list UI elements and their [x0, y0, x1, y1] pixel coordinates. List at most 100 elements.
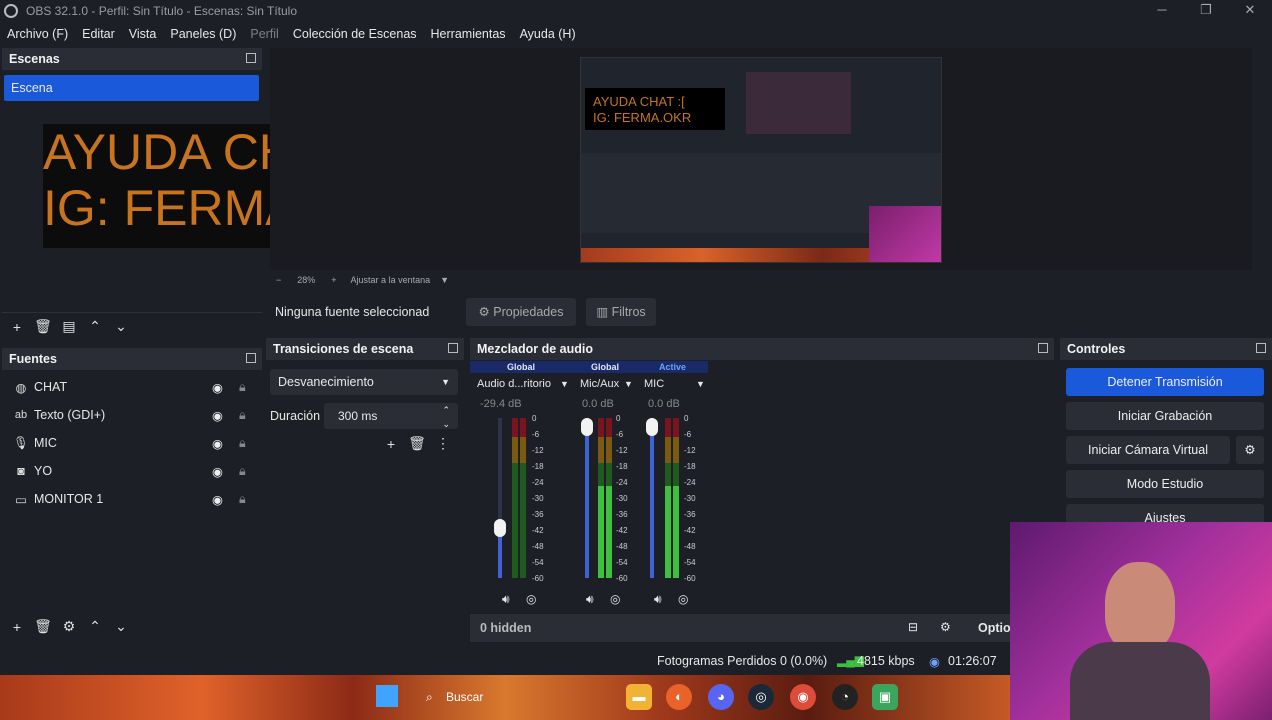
meter-scale-label: -6 [684, 430, 692, 439]
speaker-icon[interactable]: 🔊︎ [502, 592, 510, 607]
chevron-down-icon[interactable]: ▼ [440, 275, 449, 285]
advanced-audio-icon[interactable]: ⚙ [940, 620, 951, 634]
menu-vista[interactable]: Vista [122, 27, 164, 41]
meter-scale-label: -12 [616, 446, 628, 455]
menu-paneles[interactable]: Paneles (D) [163, 27, 243, 41]
filter-icon[interactable]: ▤ [56, 318, 82, 335]
move-down-icon[interactable]: ⌄ [108, 618, 134, 635]
zoom-out-icon[interactable]: − [276, 275, 281, 285]
meter-scale-label: -12 [684, 446, 696, 455]
filters-button[interactable]: ▥ Filtros [586, 298, 656, 326]
minimize-button[interactable]: ─ [1140, 0, 1184, 22]
zoom-in-icon[interactable]: + [331, 275, 336, 285]
undock-icon[interactable] [1038, 343, 1048, 353]
menu-coleccion-escenas[interactable]: Colección de Escenas [286, 27, 424, 41]
taskbar-search[interactable]: Buscar [446, 690, 483, 704]
sources-title: Fuentes [2, 348, 262, 370]
channel-db: 0.0 dB [648, 398, 680, 410]
add-icon[interactable]: + [378, 436, 404, 452]
undock-icon[interactable] [246, 53, 256, 63]
menu-perfil[interactable]: Perfil [243, 27, 285, 41]
volume-slider-knob[interactable] [494, 518, 506, 537]
menu-ayuda[interactable]: Ayuda (H) [513, 27, 583, 41]
visibility-eye-icon[interactable]: ◉ [212, 464, 223, 479]
source-item-mic[interactable]: 🎙︎ MIC ◉ 🔒︎ [2, 429, 262, 457]
trash-icon[interactable]: 🗑 [30, 618, 56, 635]
add-icon[interactable]: + [4, 619, 30, 635]
studio-mode-button[interactable]: Modo Estudio [1066, 470, 1264, 498]
obs-taskbar-icon[interactable]: ◔ [832, 684, 858, 710]
meter-scale-label: 0 [684, 414, 689, 423]
start-virtual-camera-button[interactable]: Iniciar Cámara Virtual [1066, 436, 1230, 464]
spin-down-icon[interactable]: ⌄ [442, 411, 450, 437]
volume-slider-knob[interactable] [646, 418, 658, 436]
lock-icon[interactable]: 🔒︎ [239, 464, 246, 479]
zoom-level: 28% [297, 275, 316, 285]
chevron-down-icon[interactable]: ▼ [696, 379, 705, 389]
source-item-yo[interactable]: ◙ YO ◉ 🔒︎ [2, 457, 262, 485]
trash-icon[interactable]: 🗑 [404, 435, 430, 452]
start-recording-button[interactable]: Iniciar Grabación [1066, 402, 1264, 430]
close-button[interactable]: ✕ [1228, 0, 1272, 22]
lock-icon[interactable]: 🔒︎ [239, 380, 246, 395]
transitions-toolbar: + 🗑 ⋮ [378, 435, 456, 452]
visibility-eye-icon[interactable]: ◉ [212, 380, 223, 395]
maximize-button[interactable]: ❐ [1184, 0, 1228, 22]
context-bar: Ninguna fuente seleccionad ⚙ Propiedades… [270, 298, 1060, 326]
stream-live-icon: ◉ [929, 655, 940, 669]
stop-stream-button[interactable]: Detener Transmisión [1066, 368, 1264, 396]
undock-icon[interactable] [448, 343, 458, 353]
menu-archivo[interactable]: Archivo (F) [0, 27, 75, 41]
monitor-off-icon[interactable]: ◎ [678, 592, 688, 606]
gear-icon[interactable]: ⚙ [56, 618, 82, 635]
properties-button[interactable]: ⚙ Propiedades [466, 298, 576, 326]
virtual-camera-settings-icon[interactable]: ⚙ [1236, 436, 1264, 464]
more-icon[interactable]: ⋮ [430, 435, 456, 452]
menu-editar[interactable]: Editar [75, 27, 122, 41]
chevron-down-icon[interactable]: ▼ [560, 379, 569, 389]
visibility-eye-icon[interactable]: ◉ [212, 408, 223, 423]
visibility-eye-icon[interactable]: ◉ [212, 492, 223, 507]
undock-icon[interactable] [1256, 343, 1266, 353]
chrome-icon[interactable]: ◉ [790, 684, 816, 710]
visibility-eye-icon[interactable]: ◉ [212, 436, 223, 451]
mixer-options-button[interactable]: Optio [978, 621, 1011, 635]
transition-select[interactable]: Desvanecimiento ▼ [270, 369, 458, 395]
speaker-icon[interactable]: 🔊︎ [654, 592, 662, 607]
lock-icon[interactable]: 🔒︎ [239, 492, 246, 507]
chevron-down-icon[interactable]: ▼ [624, 379, 633, 389]
source-item-monitor[interactable]: ▭ MONITOR 1 ◉ 🔒︎ [2, 485, 262, 513]
search-icon[interactable]: ⌕ [426, 690, 433, 705]
move-down-icon[interactable]: ⌄ [108, 318, 134, 335]
speaker-icon[interactable]: 🔊︎ [586, 592, 594, 607]
trash-icon[interactable]: 🗑 [30, 318, 56, 335]
fit-window[interactable]: Ajustar a la ventana [351, 275, 431, 285]
layout-icon[interactable]: ⊟ [908, 620, 918, 634]
source-item-texto[interactable]: ab Texto (GDI+) ◉ 🔒︎ [2, 401, 262, 429]
menu-herramientas[interactable]: Herramientas [424, 27, 513, 41]
duration-input[interactable]: 300 ms ⌃ ⌄ [324, 403, 458, 429]
firefox-icon[interactable]: ◐ [666, 684, 692, 710]
move-up-icon[interactable]: ⌃ [82, 318, 108, 335]
meter-scale-label: -48 [684, 542, 696, 551]
sources-list: ◍ CHAT ◉ 🔒︎ ab Texto (GDI+) ◉ 🔒︎ 🎙︎ MIC … [2, 373, 262, 513]
add-icon[interactable]: + [4, 319, 30, 335]
steam-icon[interactable]: ◎ [748, 684, 774, 710]
file-explorer-icon[interactable]: ▬ [626, 684, 652, 710]
channel-name: Mic/Aux [580, 378, 620, 390]
discord-icon[interactable]: ◕ [708, 684, 734, 710]
camera-icon: ◙ [17, 464, 25, 478]
monitor-off-icon[interactable]: ◎ [610, 592, 620, 606]
app-icon[interactable]: ▣ [872, 684, 898, 710]
move-up-icon[interactable]: ⌃ [82, 618, 108, 635]
scene-item[interactable]: Escena [4, 75, 259, 101]
monitor-off-icon[interactable]: ◎ [526, 592, 536, 606]
windows-start-icon[interactable] [376, 685, 398, 707]
scenes-title: Escenas [2, 48, 262, 70]
lock-icon[interactable]: 🔒︎ [239, 436, 246, 451]
volume-slider-knob[interactable] [581, 418, 593, 436]
lock-icon[interactable]: 🔒︎ [239, 408, 246, 423]
undock-icon[interactable] [246, 353, 256, 363]
channel-badge: Active [659, 362, 687, 372]
source-item-chat[interactable]: ◍ CHAT ◉ 🔒︎ [2, 373, 262, 401]
